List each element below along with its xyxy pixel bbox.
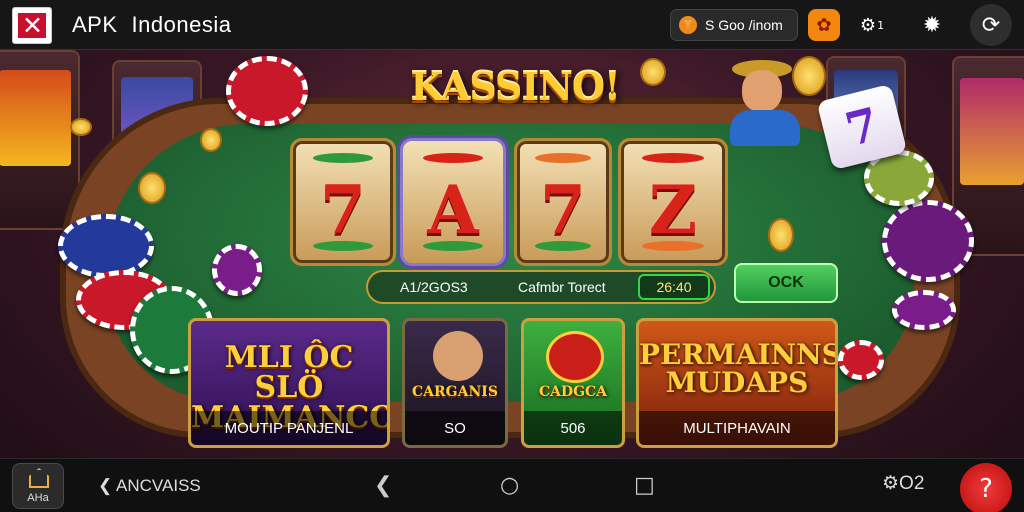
top-bar: APK Indonesia S Goo /inom ✿ ⚙1 ✹ ⟳ bbox=[0, 0, 1024, 50]
round-icon: ⚙ bbox=[882, 473, 900, 494]
info-strip: A1/2GOS3 Cafmbr Torect 26:40 bbox=[366, 270, 716, 304]
nav-back-icon[interactable]: ❮ bbox=[374, 473, 392, 498]
chip-purple-right2 bbox=[892, 290, 956, 330]
timer-badge: 26:40 bbox=[638, 274, 710, 300]
brand-apk: APK bbox=[72, 12, 118, 37]
home-icon bbox=[29, 468, 49, 488]
info-center: Cafmbr Torect bbox=[518, 279, 606, 295]
mascot-character bbox=[720, 60, 810, 146]
gold-coin bbox=[768, 218, 794, 252]
settings-icon[interactable]: ⟳ bbox=[970, 4, 1012, 46]
brand: APK Indonesia bbox=[72, 12, 231, 38]
round-indicator: ⚙O2 bbox=[882, 472, 924, 495]
reel-symbol: 7 bbox=[540, 171, 586, 249]
circle-home-icon[interactable]: ○ bbox=[500, 473, 519, 498]
back-label: ANCVAISS bbox=[116, 476, 201, 495]
slot-reel[interactable]: A bbox=[400, 138, 506, 266]
slot-reel[interactable]: 7 bbox=[290, 138, 396, 266]
back-link[interactable]: ❮ ANCVAISS bbox=[98, 476, 201, 496]
card-caption: SO bbox=[405, 411, 505, 445]
chip-purple-small bbox=[212, 244, 262, 296]
card-caption: MULTIPHAVAIN bbox=[639, 411, 835, 445]
gold-coin bbox=[640, 58, 666, 86]
chip-red-top bbox=[226, 56, 308, 126]
round-label: O2 bbox=[899, 473, 925, 494]
reel-symbol: A bbox=[427, 171, 479, 249]
casino-app: 7 KASSINO! 7 A 7 Z A1/2GOS3 Cafmbr Torec… bbox=[0, 0, 1024, 512]
bg-slot-machine-left bbox=[0, 50, 80, 230]
gift-icon[interactable]: ✿ bbox=[808, 9, 840, 41]
card-emblem bbox=[546, 331, 604, 383]
slot-reel[interactable]: 7 bbox=[514, 138, 612, 266]
card-character bbox=[433, 331, 483, 381]
game-card[interactable]: CADGCA 506 bbox=[521, 318, 625, 448]
gold-coin bbox=[138, 172, 166, 204]
card-title: PERMAINNS MUDAPS bbox=[639, 338, 838, 399]
info-left: A1/2GOS3 bbox=[400, 279, 468, 295]
home-button[interactable]: AHa bbox=[12, 463, 64, 509]
bottom-nav: AHa ❮ ANCVAISS ❮ ○ □ ⚙O2 ? bbox=[0, 458, 1024, 512]
brand-country: Indonesia bbox=[131, 12, 232, 37]
balance-chip[interactable]: S Goo /inom bbox=[670, 9, 798, 41]
card-caption: MOUTIP PANJENL bbox=[191, 411, 387, 445]
help-icon[interactable]: ? bbox=[960, 463, 1012, 512]
gold-coin bbox=[70, 118, 92, 136]
game-card[interactable]: CARGANIS SO bbox=[402, 318, 508, 448]
card-title: CARGANIS bbox=[412, 384, 498, 400]
slot-reel[interactable]: Z bbox=[618, 138, 728, 266]
chip-blue-left bbox=[58, 214, 154, 278]
gear-badge: 1 bbox=[877, 18, 885, 32]
home-label: AHa bbox=[27, 492, 49, 504]
gear-icon[interactable]: ⚙ 1 bbox=[852, 9, 892, 41]
coin-icon bbox=[679, 16, 697, 34]
back-icon: ❮ bbox=[98, 476, 117, 495]
ok-button[interactable]: OCK bbox=[734, 263, 838, 303]
game-card[interactable]: PERMAINNS MUDAPS MULTIPHAVAIN bbox=[636, 318, 838, 448]
reel-symbol: 7 bbox=[320, 171, 366, 249]
chip-red-right bbox=[838, 340, 884, 380]
puzzle-icon[interactable]: ✹ bbox=[916, 9, 948, 41]
balance-label: S Goo /inom bbox=[705, 17, 783, 33]
reel-symbol: Z bbox=[648, 171, 698, 249]
app-logo-icon[interactable] bbox=[12, 7, 52, 44]
card-caption: 506 bbox=[524, 411, 622, 445]
chip-purple-right bbox=[882, 200, 974, 282]
gold-coin bbox=[200, 128, 222, 152]
game-title: KASSINO! bbox=[410, 64, 620, 109]
card-title: CADGCA bbox=[538, 384, 608, 400]
square-recent-icon[interactable]: □ bbox=[634, 473, 655, 498]
game-card[interactable]: MLI ÔC SLÖ MAIMANCO MOUTIP PANJENL bbox=[188, 318, 390, 448]
